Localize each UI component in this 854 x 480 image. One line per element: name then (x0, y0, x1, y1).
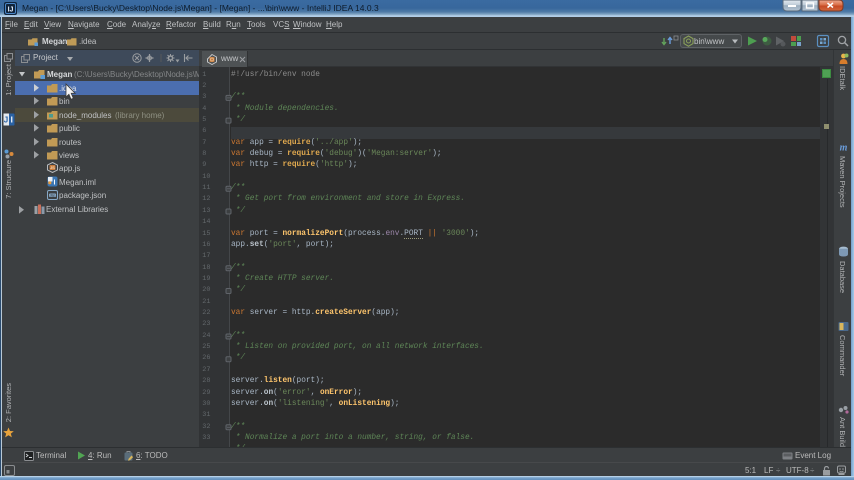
svg-text:I: I (54, 179, 56, 186)
svg-text:IJ: IJ (8, 7, 14, 14)
svg-text:J: J (4, 116, 8, 125)
svg-text:bin\www: bin\www (694, 37, 724, 46)
svg-text:I: I (11, 116, 13, 125)
svg-text:m: m (840, 143, 848, 153)
svg-text:JS: JS (50, 166, 55, 171)
svg-text:dsp: dsp (50, 194, 56, 198)
